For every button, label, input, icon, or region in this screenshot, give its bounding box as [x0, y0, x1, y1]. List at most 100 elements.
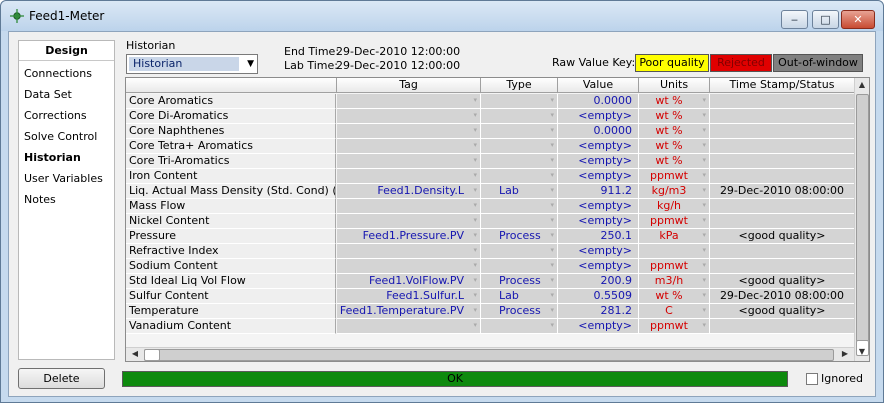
dropdown-arrow-icon[interactable]: ▾: [550, 229, 554, 242]
tag-cell[interactable]: Feed1.Pressure.PV ▾: [337, 229, 481, 244]
units-cell[interactable]: wt % ▾: [639, 154, 710, 169]
units-cell[interactable]: kPa ▾: [639, 229, 710, 244]
value-cell[interactable]: <empty>: [558, 154, 639, 169]
units-cell[interactable]: kg/h ▾: [639, 199, 710, 214]
units-cell[interactable]: ppmwt ▾: [639, 214, 710, 229]
property-cell[interactable]: Vanadium Content: [126, 319, 336, 334]
timestamp-cell[interactable]: [710, 154, 855, 169]
property-cell[interactable]: Core Naphthenes: [126, 124, 336, 139]
scroll-up-icon[interactable]: ▲: [855, 80, 869, 89]
dropdown-arrow-icon[interactable]: ▾: [550, 289, 554, 302]
property-cell[interactable]: Core Tetra+ Aromatics: [126, 139, 336, 154]
units-cell[interactable]: m3/h ▾: [639, 274, 710, 289]
tag-cell[interactable]: ▾: [337, 109, 481, 124]
dropdown-arrow-icon[interactable]: ▾: [473, 139, 477, 152]
table-row[interactable]: Core Tri-Aromatics ▾ ▾ <empty> wt % ▾: [126, 154, 855, 169]
timestamp-cell[interactable]: [710, 214, 855, 229]
property-cell[interactable]: Pressure: [126, 229, 336, 244]
property-cell[interactable]: Sodium Content: [126, 259, 336, 274]
title-bar[interactable]: Feed1-Meter ‒ □ ✕: [1, 1, 883, 31]
property-cell[interactable]: Core Tri-Aromatics: [126, 154, 336, 169]
dropdown-arrow-icon[interactable]: ▾: [702, 169, 706, 182]
value-cell[interactable]: 281.2: [558, 304, 639, 319]
property-cell[interactable]: Liq. Actual Mass Density (Std. Cond) (Dr…: [126, 184, 336, 199]
dropdown-arrow-icon[interactable]: ▾: [473, 244, 477, 257]
property-cell[interactable]: Sulfur Content: [126, 289, 336, 304]
units-cell[interactable]: wt % ▾: [639, 289, 710, 304]
table-row[interactable]: Liq. Actual Mass Density (Std. Cond) (Dr…: [126, 184, 855, 199]
tag-cell[interactable]: Feed1.VolFlow.PV ▾: [337, 274, 481, 289]
dropdown-arrow-icon[interactable]: ▾: [473, 184, 477, 197]
table-row[interactable]: Mass Flow ▾ ▾ <empty> kg/h ▾: [126, 199, 855, 214]
tag-cell[interactable]: ▾: [337, 124, 481, 139]
nav-item-connections[interactable]: Connections: [24, 65, 92, 83]
dropdown-arrow-icon[interactable]: ▾: [702, 274, 706, 287]
table-row[interactable]: Nickel Content ▾ ▾ <empty> ppmwt ▾: [126, 214, 855, 229]
dropdown-arrow-icon[interactable]: ▾: [473, 199, 477, 212]
value-cell[interactable]: <empty>: [558, 259, 639, 274]
tag-cell[interactable]: ▾: [337, 214, 481, 229]
column-header-tag[interactable]: Tag: [337, 78, 481, 93]
value-cell[interactable]: <empty>: [558, 109, 639, 124]
dropdown-arrow-icon[interactable]: ▾: [702, 214, 706, 227]
timestamp-cell[interactable]: [710, 94, 855, 109]
dropdown-arrow-icon[interactable]: ▾: [550, 124, 554, 137]
type-cell[interactable]: ▾: [481, 244, 558, 259]
type-cell[interactable]: Process ▾: [481, 304, 558, 319]
timestamp-cell[interactable]: [710, 259, 855, 274]
units-cell[interactable]: C ▾: [639, 304, 710, 319]
value-cell[interactable]: 0.0000: [558, 124, 639, 139]
timestamp-cell[interactable]: 29-Dec-2010 08:00:00: [710, 184, 855, 199]
dropdown-arrow-icon[interactable]: ▾: [473, 214, 477, 227]
dropdown-arrow-icon[interactable]: ▾: [550, 169, 554, 182]
table-row[interactable]: Std Ideal Liq Vol Flow Feed1.VolFlow.PV ▾ P…: [126, 274, 855, 289]
dropdown-arrow-icon[interactable]: ▾: [473, 319, 477, 332]
type-cell[interactable]: Lab ▾: [481, 184, 558, 199]
nav-item-historian[interactable]: Historian: [24, 149, 81, 167]
dropdown-arrow-icon[interactable]: ▾: [473, 169, 477, 182]
table-row[interactable]: Sulfur Content Feed1.Sulfur.L ▾ Lab ▾ 0.5509 w…: [126, 289, 855, 304]
dropdown-arrow-icon[interactable]: ▾: [473, 154, 477, 167]
property-cell[interactable]: Mass Flow: [126, 199, 336, 214]
property-cell[interactable]: Core Di-Aromatics: [126, 109, 336, 124]
dropdown-arrow-icon[interactable]: ▾: [550, 304, 554, 317]
dropdown-arrow-icon[interactable]: ▾: [702, 94, 706, 107]
dropdown-arrow-icon[interactable]: ▾: [702, 124, 706, 137]
timestamp-cell[interactable]: [710, 124, 855, 139]
tag-cell[interactable]: ▾: [337, 169, 481, 184]
value-cell[interactable]: 911.2: [558, 184, 639, 199]
value-cell[interactable]: 0.0000: [558, 94, 639, 109]
units-cell[interactable]: ▾: [639, 244, 710, 259]
dropdown-arrow-icon[interactable]: ▾: [702, 199, 706, 212]
historian-select[interactable]: Historian ▼: [126, 54, 258, 74]
units-cell[interactable]: wt % ▾: [639, 139, 710, 154]
units-cell[interactable]: ppmwt ▾: [639, 319, 710, 334]
maximize-button[interactable]: □: [812, 10, 839, 29]
vertical-scroll-track[interactable]: [856, 94, 869, 342]
table-row[interactable]: Temperature Feed1.Temperature.PV ▾ Process ▾…: [126, 304, 855, 319]
tag-cell[interactable]: ▾: [337, 154, 481, 169]
type-cell[interactable]: ▾: [481, 214, 558, 229]
dropdown-arrow-icon[interactable]: ▾: [702, 304, 706, 317]
property-cell[interactable]: Nickel Content: [126, 214, 336, 229]
dropdown-arrow-icon[interactable]: ▾: [550, 109, 554, 122]
nav-item-user-variables[interactable]: User Variables: [24, 170, 103, 188]
type-cell[interactable]: ▾: [481, 124, 558, 139]
delete-button[interactable]: Delete: [18, 368, 105, 389]
dropdown-arrow-icon[interactable]: ▾: [702, 139, 706, 152]
timestamp-cell[interactable]: <good quality>: [710, 229, 855, 244]
dropdown-arrow-icon[interactable]: ▾: [473, 94, 477, 107]
property-cell[interactable]: Temperature: [126, 304, 336, 319]
type-cell[interactable]: Process ▾: [481, 274, 558, 289]
column-header-units[interactable]: Units: [639, 78, 710, 93]
value-cell[interactable]: <empty>: [558, 199, 639, 214]
nav-item-solve-control[interactable]: Solve Control: [24, 128, 97, 146]
dropdown-arrow-icon[interactable]: ▾: [702, 319, 706, 332]
dropdown-arrow-icon[interactable]: ▾: [702, 289, 706, 302]
tag-cell[interactable]: ▾: [337, 319, 481, 334]
timestamp-cell[interactable]: [710, 199, 855, 214]
property-cell[interactable]: Iron Content: [126, 169, 336, 184]
dropdown-arrow-icon[interactable]: ▾: [550, 259, 554, 272]
table-row[interactable]: Sodium Content ▾ ▾ <empty> ppmwt ▾: [126, 259, 855, 274]
dropdown-arrow-icon[interactable]: ▾: [702, 244, 706, 257]
